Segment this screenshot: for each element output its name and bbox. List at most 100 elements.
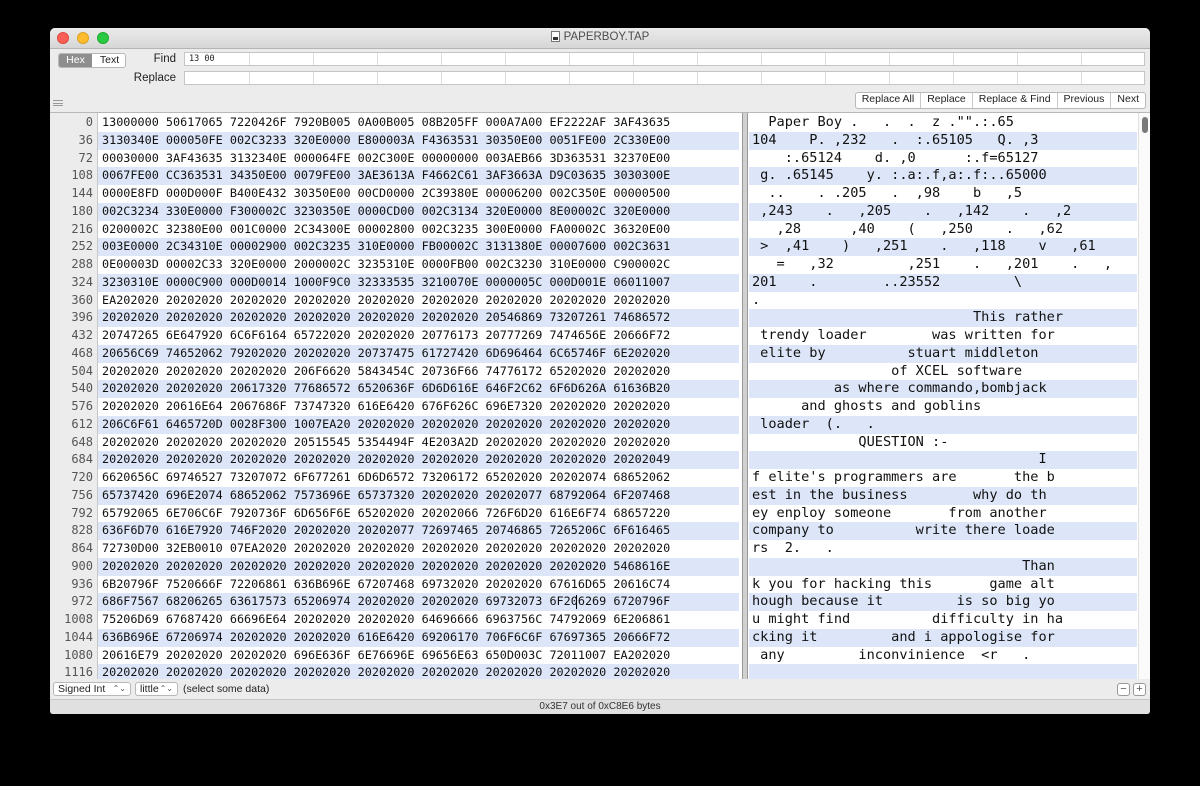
hex-row[interactable]: 0 13000000 50617065 7220426F 7920B005 0A0… [50,114,1140,132]
row-ascii-text[interactable]: of XCEL software [752,363,1022,381]
replace-button[interactable]: Replace [920,93,972,108]
row-hex-bytes[interactable]: 686F7567 68206265 63617573 65206974 2020… [102,593,670,611]
hex-row[interactable]: 792 65792065 6E706C6F 7920736F 6D656F6E 6… [50,505,1140,523]
hex-row[interactable]: 432 20747265 6E647920 6C6F6164 65722020 2… [50,327,1140,345]
hex-row[interactable]: 1080 20616E79 20202020 20202020 696E636F … [50,647,1140,665]
pane-divider[interactable] [742,113,748,679]
row-ascii-text[interactable]: ,243 . ,205 . ,142 . ,2 [752,203,1071,221]
hex-row[interactable]: 756 65737420 696E2074 68652062 7573696E 6… [50,486,1140,505]
row-hex-bytes[interactable]: 20202020 20202020 20202020 20202020 2020… [102,451,670,469]
endian-popup[interactable]: little ⌃⌄ [135,682,178,696]
row-ascii-text[interactable]: rs 2. . [752,540,834,558]
row-hex-bytes[interactable]: 0067FE00 CC363531 34350E00 0079FE00 3AE3… [102,167,670,185]
row-ascii-text[interactable]: Paper Boy . . . z ."".:.65 [752,114,1014,132]
hex-row[interactable]: 684 20202020 20202020 20202020 20202020 2… [50,451,1140,469]
row-ascii-text[interactable]: loader (. . [752,416,875,434]
hex-row[interactable]: 972 686F7567 68206265 63617573 65206974 2… [50,593,1140,611]
row-ascii-text[interactable]: QUESTION :- [752,434,948,452]
row-ascii-text[interactable]: u might find difficulty in ha [752,611,1063,629]
row-ascii-text[interactable]: . [752,292,760,310]
hex-row[interactable]: 648 20202020 20202020 20202020 20515545 5… [50,434,1140,452]
row-ascii-text[interactable]: This rather [752,309,1063,327]
split-handle-icon[interactable] [53,100,63,106]
hex-row[interactable]: 540 20202020 20202020 20617320 77686572 6… [50,380,1140,398]
row-hex-bytes[interactable]: 636B696E 67206974 20202020 20202020 616E… [102,629,670,647]
row-hex-bytes[interactable]: 206C6F61 6465720D 0028F300 1007EA20 2020… [102,416,670,434]
row-ascii-text[interactable]: elite by stuart middleton [752,345,1038,363]
row-hex-bytes[interactable]: 0200002C 32380E00 001C0000 2C34300E 0000… [102,221,670,239]
row-ascii-text[interactable]: ,28 ,40 ( ,250 . ,62 [752,221,1063,239]
replace-field[interactable] [184,71,1145,85]
vertical-scrollbar[interactable] [1138,113,1150,679]
hex-row[interactable]: 288 0E00003D 00002C33 320E0000 2000002C 3… [50,256,1140,274]
row-ascii-text[interactable]: g. .65145 y. :.a:.f,a:.f:..65000 [752,167,1046,185]
row-hex-bytes[interactable]: 3130340E 000050FE 002C3233 320E0000 E800… [102,132,670,150]
row-hex-bytes[interactable]: 13000000 50617065 7220426F 7920B005 0A00… [102,114,670,132]
row-hex-bytes[interactable]: 20202020 20202020 20202020 20515545 5354… [102,434,670,452]
hex-row[interactable]: 252 003E0000 2C34310E 00002900 002C3235 3… [50,238,1140,256]
row-hex-bytes[interactable]: 00030000 3AF43635 3132340E 000064FE 002C… [102,150,670,168]
row-ascii-text[interactable]: any inconvinience <r . [752,647,1030,665]
hex-row[interactable]: 1116 20202020 20202020 20202020 20202020 … [50,664,1140,679]
row-ascii-text[interactable]: > ,41 ) ,251 . ,118 v ,61 [752,238,1096,256]
scroll-thumb[interactable] [1142,117,1148,133]
row-ascii-text[interactable]: and ghosts and goblins [752,398,981,416]
hex-row[interactable]: 1044 636B696E 67206974 20202020 20202020 … [50,628,1140,647]
row-hex-bytes[interactable]: 6B20796F 7520666F 72206861 636B696E 6720… [102,576,670,594]
hex-row[interactable]: 468 20656C69 74652062 79202020 20202020 2… [50,344,1140,363]
row-hex-bytes[interactable]: 20202020 20202020 20617320 77686572 6520… [102,380,670,398]
hex-row[interactable]: 936 6B20796F 7520666F 72206861 636B696E 6… [50,576,1140,594]
row-hex-bytes[interactable]: 65792065 6E706C6F 7920736F 6D656F6E 6520… [102,505,670,523]
row-ascii-text[interactable]: = ,32 ,251 . ,201 . , [752,256,1113,274]
row-hex-bytes[interactable]: 20202020 20202020 20202020 20202020 2020… [102,309,670,327]
row-ascii-text[interactable]: 201 . ..23552 \ [752,274,1022,292]
replace-and-find-button[interactable]: Replace & Find [971,93,1057,108]
row-hex-bytes[interactable]: 20202020 20202020 20202020 20202020 2020… [102,558,670,576]
replace-all-button[interactable]: Replace All [856,93,921,108]
row-hex-bytes[interactable]: 20616E79 20202020 20202020 696E636F 6E76… [102,647,670,665]
hex-row[interactable]: 36 3130340E 000050FE 002C3233 320E0000 E8… [50,131,1140,150]
row-ascii-text[interactable]: I [752,451,1046,469]
add-button[interactable]: + [1133,683,1146,696]
type-popup[interactable]: Signed Int ⌃⌄ [53,682,131,696]
row-hex-bytes[interactable]: 20656C69 74652062 79202020 20202020 2073… [102,345,670,363]
remove-button[interactable]: − [1117,683,1130,696]
row-ascii-text[interactable]: k you for hacking this game alt [752,576,1055,594]
hex-row[interactable]: 72 00030000 3AF43635 3132340E 000064FE 00… [50,150,1140,168]
row-hex-bytes[interactable]: 3230310E 0000C900 000D0014 1000F9C0 3233… [102,274,670,292]
previous-button[interactable]: Previous [1056,93,1111,108]
row-hex-bytes[interactable]: 72730D00 32EB0010 07EA2020 20202020 2020… [102,540,670,558]
hex-row[interactable]: 1008 75206D69 67687420 66696E64 20202020 … [50,611,1140,629]
find-field[interactable]: 13 00 [184,52,1145,66]
hex-row[interactable]: 720 6620656C 69746527 73207072 6F677261 6… [50,469,1140,487]
hex-row[interactable]: 576 20202020 20616E64 2067686F 73747320 6… [50,398,1140,416]
hex-row[interactable]: 504 20202020 20202020 20202020 206F6620 5… [50,363,1140,381]
hex-editor-view[interactable]: 0 13000000 50617065 7220426F 7920B005 0A0… [50,112,1150,680]
hex-row[interactable]: 360 EA202020 20202020 20202020 20202020 2… [50,292,1140,310]
row-ascii-text[interactable]: Than [752,558,1055,576]
hex-mode-tab[interactable]: Hex [59,54,92,67]
hex-row[interactable]: 864 72730D00 32EB0010 07EA2020 20202020 2… [50,540,1140,558]
row-hex-bytes[interactable]: 002C3234 330E0000 F300002C 3230350E 0000… [102,203,670,221]
row-ascii-text[interactable]: .. . .205 . ,98 b ,5 [752,185,1022,203]
hex-row[interactable]: 396 20202020 20202020 20202020 20202020 2… [50,309,1140,327]
row-ascii-text[interactable]: 104 P. ,232 . :.65105 Q. ,3 [752,132,1038,150]
hex-row[interactable]: 108 0067FE00 CC363531 34350E00 0079FE00 3… [50,167,1140,185]
row-hex-bytes[interactable]: 75206D69 67687420 66696E64 20202020 2020… [102,611,670,629]
row-ascii-text[interactable]: f elite's programmers are the b [752,469,1055,487]
row-ascii-text[interactable]: as where commando,bombjack [752,380,1047,398]
row-hex-bytes[interactable]: 0E00003D 00002C33 320E0000 2000002C 3235… [102,256,670,274]
row-hex-bytes[interactable]: EA202020 20202020 20202020 20202020 2020… [102,292,670,310]
row-hex-bytes[interactable]: 636F6D70 616E7920 746F2020 20202020 2020… [102,522,670,540]
row-ascii-text[interactable]: :.65124 d. ,0 :.f=65127 [752,150,1039,168]
row-ascii-text[interactable]: hough because it is so big yo [752,593,1055,611]
hex-row[interactable]: 828 636F6D70 616E7920 746F2020 20202020 2… [50,522,1140,540]
row-hex-bytes[interactable]: 20747265 6E647920 6C6F6164 65722020 2020… [102,327,670,345]
row-ascii-text[interactable]: trendy loader was written for [752,327,1055,345]
next-button[interactable]: Next [1110,93,1145,108]
hex-row[interactable]: 900 20202020 20202020 20202020 20202020 2… [50,557,1140,576]
row-hex-bytes[interactable]: 20202020 20616E64 2067686F 73747320 616E… [102,398,670,416]
row-ascii-text[interactable]: cking it and i appologise for [752,629,1055,647]
row-ascii-text[interactable]: company to write there loade [752,522,1055,540]
row-hex-bytes[interactable]: 0000E8FD 000D000F B400E432 30350E00 00CD… [102,185,670,203]
